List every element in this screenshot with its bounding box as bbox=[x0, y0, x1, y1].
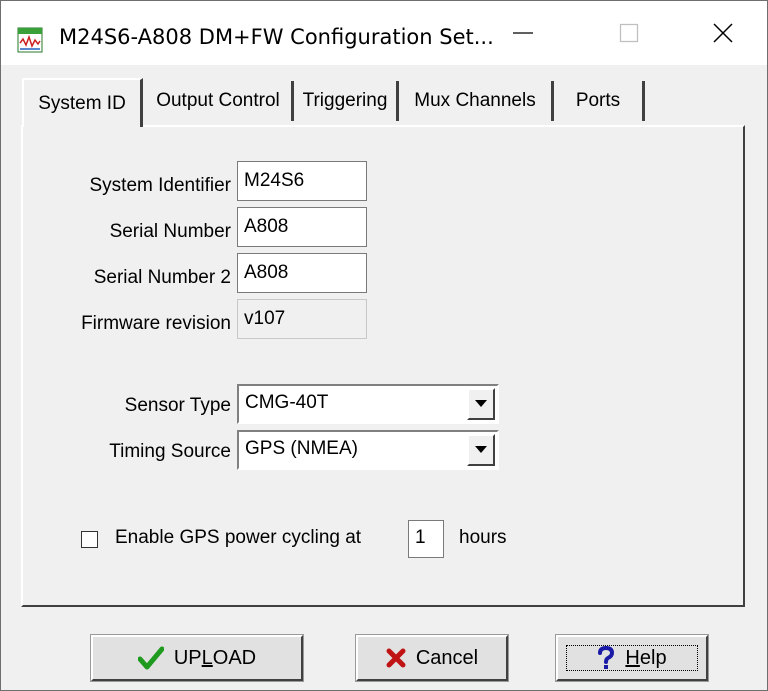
tab-ports[interactable]: Ports bbox=[554, 81, 645, 121]
timing-source-label: Timing Source bbox=[109, 441, 231, 462]
sensor-type-select[interactable]: CMG-40T bbox=[237, 384, 499, 424]
tab-output-control[interactable]: Output Control bbox=[145, 81, 294, 121]
timing-source-select[interactable]: GPS (NMEA) bbox=[237, 430, 499, 470]
sensor-type-value: CMG-40T bbox=[245, 392, 329, 413]
tab-label: Output Control bbox=[156, 90, 280, 111]
close-button[interactable] bbox=[677, 1, 768, 65]
system-identifier-field[interactable]: M24S6 bbox=[237, 161, 367, 201]
serial-number-field[interactable]: A808 bbox=[237, 207, 367, 247]
cancel-button[interactable]: Cancel bbox=[355, 634, 509, 682]
gps-power-cycling-hours-field[interactable]: 1 bbox=[408, 520, 444, 558]
tab-label: Mux Channels bbox=[414, 90, 536, 111]
chevron-down-icon bbox=[475, 400, 487, 407]
tab-label: Ports bbox=[575, 90, 621, 111]
sensor-type-label: Sensor Type bbox=[124, 395, 231, 416]
help-button[interactable]: Help bbox=[555, 634, 709, 682]
firmware-revision-field: v107 bbox=[237, 299, 367, 339]
tab-label: System ID bbox=[38, 92, 126, 114]
checkmark-icon bbox=[137, 646, 164, 670]
close-icon bbox=[713, 23, 733, 43]
tab-label: Triggering bbox=[302, 90, 388, 111]
chevron-down-icon bbox=[475, 446, 487, 453]
upload-button[interactable]: UPLOAD bbox=[90, 634, 304, 682]
sensor-type-dropdown-button[interactable] bbox=[467, 388, 495, 420]
upload-label: UPLOAD bbox=[173, 646, 257, 669]
question-icon bbox=[597, 646, 615, 670]
tab-system-id[interactable]: System ID bbox=[22, 78, 143, 127]
serial-number-2-field[interactable]: A808 bbox=[237, 253, 367, 293]
help-label: Help bbox=[625, 646, 667, 669]
x-icon bbox=[386, 648, 406, 668]
gps-power-cycling-label: Enable GPS power cycling at bbox=[115, 527, 362, 548]
tab-mux-channels[interactable]: Mux Channels bbox=[399, 81, 554, 121]
maximize-button[interactable] bbox=[583, 1, 675, 65]
maximize-icon bbox=[619, 23, 639, 43]
app-icon bbox=[17, 27, 43, 53]
minimize-button[interactable] bbox=[477, 1, 569, 65]
serial-number-label: Serial Number bbox=[109, 221, 231, 242]
serial-number-2-label: Serial Number 2 bbox=[93, 267, 231, 288]
tab-triggering[interactable]: Triggering bbox=[294, 81, 399, 121]
gps-power-cycling-checkbox[interactable] bbox=[81, 531, 98, 548]
timing-source-value: GPS (NMEA) bbox=[245, 438, 358, 459]
hours-label: hours bbox=[459, 527, 507, 548]
cancel-label: Cancel bbox=[415, 646, 479, 669]
configuration-window: M24S6-A808 DM+FW Configuration Set... Sy… bbox=[0, 0, 768, 691]
timing-source-dropdown-button[interactable] bbox=[467, 434, 495, 466]
system-identifier-label: System Identifier bbox=[89, 175, 232, 196]
minimize-icon bbox=[513, 32, 533, 34]
title-bar: M24S6-A808 DM+FW Configuration Set... bbox=[1, 1, 767, 65]
window-title: M24S6-A808 DM+FW Configuration Set... bbox=[59, 25, 494, 49]
firmware-revision-label: Firmware revision bbox=[81, 313, 231, 334]
